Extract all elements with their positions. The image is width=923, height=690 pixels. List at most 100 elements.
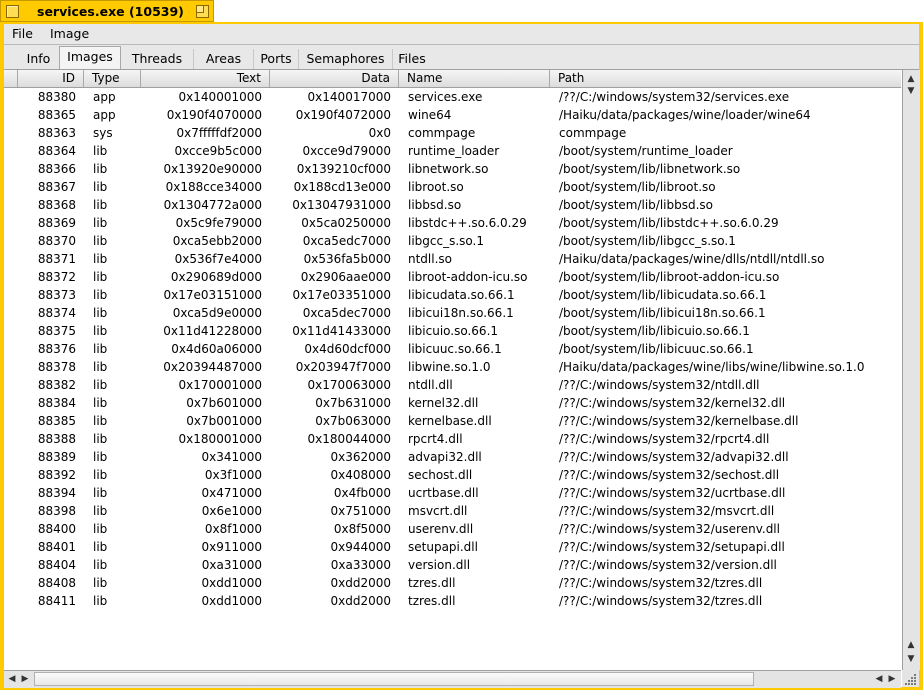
table-row[interactable]: 88363 sys 0x7fffffdf2000 0x0 commpage commpag… xyxy=(4,124,901,142)
cell-name: kernelbase.dll xyxy=(408,414,492,428)
cell-text: 0x5c9fe79000 xyxy=(175,216,262,230)
window-title-tab[interactable]: services.exe (10539) xyxy=(0,0,214,22)
table-row[interactable]: 88385 lib 0x7b001000 0x7b063000 kernelbase.d… xyxy=(4,412,901,430)
table-row[interactable]: 88388 lib 0x180001000 0x180044000 rpcrt4.dll… xyxy=(4,430,901,448)
vertical-scrollbar[interactable]: ▲ ▼ ▲ ▼ xyxy=(902,70,920,670)
cell-name: runtime_loader xyxy=(408,144,500,158)
cell-path: /??/C:/windows/system32/msvcrt.dll xyxy=(559,504,775,518)
table-row[interactable]: 88404 lib 0xa31000 0xa33000 version.dll /??/C… xyxy=(4,556,901,574)
table-row[interactable]: 88369 lib 0x5c9fe79000 0x5ca0250000 libstdc+… xyxy=(4,214,901,232)
cell-data: 0x944000 xyxy=(330,540,391,554)
table-row[interactable]: 88408 lib 0xdd1000 0xdd2000 tzres.dll /??/C:/… xyxy=(4,574,901,592)
cell-name: libroot-addon-icu.so xyxy=(408,270,528,284)
table-row[interactable]: 88394 lib 0x471000 0x4fb000 ucrtbase.dll /??/… xyxy=(4,484,901,502)
column-header-name[interactable]: Name xyxy=(399,70,550,87)
table-row[interactable]: 88371 lib 0x536f7e4000 0x536fa5b000 ntdll.so… xyxy=(4,250,901,268)
table-row[interactable]: 88375 lib 0x11d41228000 0x11d41433000 libicu… xyxy=(4,322,901,340)
table-row[interactable]: 88378 lib 0x20394487000 0x203947f7000 libwin… xyxy=(4,358,901,376)
cell-id: 88382 xyxy=(37,378,76,392)
cell-path: /boot/system/lib/libbsd.so xyxy=(559,198,714,212)
cell-id: 88375 xyxy=(37,324,76,338)
cell-data: 0x8f5000 xyxy=(333,522,391,536)
cell-name: wine64 xyxy=(408,108,452,122)
table-row[interactable]: 88398 lib 0x6e1000 0x751000 msvcrt.dll /??/C:… xyxy=(4,502,901,520)
cell-data: 0x190f4072000 xyxy=(295,108,391,122)
cell-text: 0x190f4070000 xyxy=(166,108,262,122)
cell-name: version.dll xyxy=(408,558,471,572)
tab-files[interactable]: Files xyxy=(393,49,431,69)
tab-semaphores[interactable]: Semaphores xyxy=(299,49,393,69)
horizontal-scroll-thumb[interactable] xyxy=(34,672,754,686)
horizontal-scrollbar[interactable]: ◀ ▶ ◀ ▶ xyxy=(4,670,901,688)
arrow-down-icon[interactable]: ▼ xyxy=(904,652,918,666)
arrow-right-icon[interactable]: ▶ xyxy=(18,672,32,686)
cell-path: commpage xyxy=(559,126,627,140)
table-row[interactable]: 88374 lib 0xca5d9e0000 0xca5dec7000 libicui1… xyxy=(4,304,901,322)
cell-path: /??/C:/windows/system32/ntdll.dll xyxy=(559,378,760,392)
cell-path: /??/C:/windows/system32/kernel32.dll xyxy=(559,396,786,410)
cell-data: 0xca5dec7000 xyxy=(302,306,391,320)
cell-text: 0x7fffffdf2000 xyxy=(176,126,262,140)
tab-areas[interactable]: Areas xyxy=(194,49,254,69)
cell-type: lib xyxy=(93,432,108,446)
table-row[interactable]: 88370 lib 0xca5ebb2000 0xca5edc7000 libgcc_s… xyxy=(4,232,901,250)
table-row[interactable]: 88366 lib 0x13920e90000 0x139210cf000 libnet… xyxy=(4,160,901,178)
resize-grip-icon[interactable] xyxy=(902,670,919,687)
table-row[interactable]: 88401 lib 0x911000 0x944000 setupapi.dll /??/… xyxy=(4,538,901,556)
arrow-right-icon[interactable]: ▶ xyxy=(885,672,899,686)
column-header-text[interactable]: Text xyxy=(141,70,270,87)
column-header-path[interactable]: Path xyxy=(550,70,901,87)
cell-text: 0x8f1000 xyxy=(204,522,262,536)
images-list[interactable]: ID Type Text Data Name Path 88380 app 0x14… xyxy=(4,69,920,688)
cell-path: /boot/system/lib/libicudata.so.66.1 xyxy=(559,288,767,302)
cell-name: setupapi.dll xyxy=(408,540,478,554)
cell-name: ucrtbase.dll xyxy=(408,486,479,500)
cell-path: /boot/system/lib/libicui18n.so.66.1 xyxy=(559,306,766,320)
column-header-type[interactable]: Type xyxy=(84,70,141,87)
cell-data: 0x188cd13e000 xyxy=(293,180,391,194)
table-row[interactable]: 88389 lib 0x341000 0x362000 advapi32.dll /??/… xyxy=(4,448,901,466)
zoom-box-icon[interactable] xyxy=(196,5,209,18)
cell-type: lib xyxy=(93,468,108,482)
column-header-id[interactable]: ID xyxy=(18,70,84,87)
cell-type: lib xyxy=(93,486,108,500)
table-row[interactable]: 88380 app 0x140001000 0x140017000 services.e… xyxy=(4,88,901,106)
table-row[interactable]: 88372 lib 0x290689d000 0x2906aae000 libroot-… xyxy=(4,268,901,286)
cell-id: 88380 xyxy=(37,90,76,104)
table-row[interactable]: 88367 lib 0x188cce34000 0x188cd13e000 libroo… xyxy=(4,178,901,196)
cell-type: app xyxy=(93,108,116,122)
menu-file[interactable]: File xyxy=(12,26,33,41)
cell-type: app xyxy=(93,90,116,104)
cell-name: advapi32.dll xyxy=(408,450,482,464)
cell-name: libbsd.so xyxy=(408,198,462,212)
cell-text: 0xcce9b5c000 xyxy=(174,144,263,158)
cell-id: 88364 xyxy=(37,144,76,158)
table-row[interactable]: 88365 app 0x190f4070000 0x190f4072000 wine64… xyxy=(4,106,901,124)
table-row[interactable]: 88364 lib 0xcce9b5c000 0xcce9d79000 runtime_… xyxy=(4,142,901,160)
cell-name: libicui18n.so.66.1 xyxy=(408,306,514,320)
tab-threads[interactable]: Threads xyxy=(121,49,194,69)
arrow-left-icon[interactable]: ◀ xyxy=(5,672,19,686)
table-row[interactable]: 88392 lib 0x3f1000 0x408000 sechost.dll /??/C… xyxy=(4,466,901,484)
cell-type: lib xyxy=(93,522,108,536)
tab-info[interactable]: Info xyxy=(18,49,60,69)
tab-ports[interactable]: Ports xyxy=(254,49,299,69)
cell-id: 88369 xyxy=(37,216,76,230)
menu-image[interactable]: Image xyxy=(50,26,89,41)
cell-text: 0xa31000 xyxy=(201,558,262,572)
table-row[interactable]: 88368 lib 0x1304772a000 0x13047931000 libbsd… xyxy=(4,196,901,214)
table-row[interactable]: 88373 lib 0x17e03151000 0x17e03351000 libicu… xyxy=(4,286,901,304)
table-row[interactable]: 88382 lib 0x170001000 0x170063000 ntdll.dll /… xyxy=(4,376,901,394)
close-box-icon[interactable] xyxy=(6,5,19,18)
tab-images[interactable]: Images xyxy=(59,46,121,69)
table-row[interactable]: 88400 lib 0x8f1000 0x8f5000 userenv.dll /??/C… xyxy=(4,520,901,538)
table-row[interactable]: 88376 lib 0x4d60a06000 0x4d60dcf000 libicuuc… xyxy=(4,340,901,358)
table-row[interactable]: 88384 lib 0x7b601000 0x7b631000 kernel32.dll… xyxy=(4,394,901,412)
arrow-up-icon[interactable]: ▲ xyxy=(904,638,918,652)
cell-name: tzres.dll xyxy=(408,594,456,608)
table-row[interactable]: 88411 lib 0xdd1000 0xdd2000 tzres.dll /??/C:/… xyxy=(4,592,901,610)
column-header-data[interactable]: Data xyxy=(270,70,399,87)
cell-text: 0x20394487000 xyxy=(163,360,262,374)
arrow-down-icon[interactable]: ▼ xyxy=(904,84,918,98)
arrow-left-icon[interactable]: ◀ xyxy=(872,672,886,686)
